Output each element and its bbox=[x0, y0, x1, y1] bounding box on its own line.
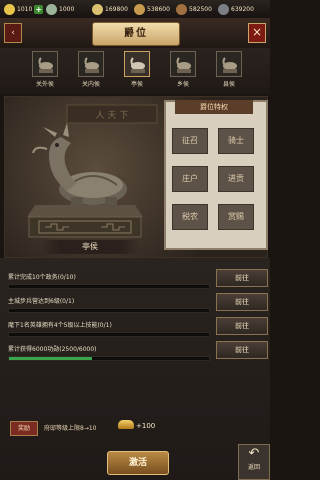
tab-rank-1[interactable]: 关内侯 bbox=[74, 51, 108, 91]
task-progress-bar bbox=[8, 308, 210, 313]
gold-ingot-icon bbox=[118, 420, 134, 429]
return-label: 返回 bbox=[247, 464, 260, 471]
task-text: 累计获得6000功勋(2500/6000) bbox=[8, 346, 97, 353]
tab-label: 乡侯 bbox=[176, 81, 189, 88]
ingot-icon bbox=[134, 3, 145, 15]
go-button[interactable]: 前往 bbox=[216, 317, 268, 335]
task-progress-bar bbox=[8, 332, 210, 337]
seal-icon bbox=[124, 51, 150, 77]
task-text: 主城步兵营达到6级(0/1) bbox=[8, 298, 75, 305]
tab-rank-0[interactable]: 关外侯 bbox=[28, 51, 62, 91]
tab-label: 关内侯 bbox=[81, 81, 100, 88]
silver-coin-icon bbox=[46, 3, 57, 15]
tab-label: 关外侯 bbox=[35, 81, 54, 88]
task-text: 累计完成10个政务(0/10) bbox=[8, 274, 76, 281]
tab-label: 亭侯 bbox=[130, 81, 143, 88]
seal-icon bbox=[216, 51, 242, 77]
resource-value: 1010 bbox=[17, 5, 33, 13]
resource-value: 582500 bbox=[189, 5, 212, 13]
seal-icon bbox=[32, 51, 58, 77]
wood-icon bbox=[176, 3, 187, 15]
privilege-item[interactable]: 征召 bbox=[172, 128, 208, 154]
privileges-title: 爵位特权 bbox=[175, 100, 253, 114]
activate-button[interactable]: 激活 bbox=[107, 451, 169, 475]
reward-tag: 奖励 bbox=[10, 421, 38, 436]
wall-inscription: 人 天 下 bbox=[96, 110, 129, 121]
tab-rank-2[interactable]: 亭侯 bbox=[120, 51, 154, 91]
privilege-item[interactable]: 骑士 bbox=[218, 128, 254, 154]
resource-0: 1010 + bbox=[4, 2, 44, 16]
resource-5: 639200 bbox=[218, 2, 254, 16]
side-back-button[interactable]: ‹ bbox=[4, 23, 22, 43]
rank-name-label: 亭侯 bbox=[40, 240, 140, 254]
resource-1: 1000 bbox=[46, 2, 74, 16]
privilege-item[interactable]: 赏赐 bbox=[218, 204, 254, 230]
resource-4: 582500 bbox=[176, 2, 212, 16]
reward-gold-amount: +100 bbox=[136, 422, 156, 430]
resource-value: 538600 bbox=[147, 5, 170, 13]
resource-3: 538600 bbox=[134, 2, 170, 16]
task-progress-bar bbox=[8, 284, 210, 289]
task-progress-bar bbox=[8, 356, 210, 361]
seal-icon bbox=[78, 51, 104, 77]
task-text: 麾下1名英雄拥有4个5级以上技能(0/1) bbox=[8, 322, 112, 329]
resource-value: 639200 bbox=[231, 5, 254, 13]
iron-icon bbox=[218, 3, 229, 15]
reward-text: 府邸等级上限8→10 bbox=[44, 425, 97, 432]
tab-rank-4[interactable]: 县侯 bbox=[212, 51, 246, 91]
return-arrow-icon: ↶ bbox=[248, 446, 260, 461]
close-button[interactable]: × bbox=[248, 23, 266, 43]
privilege-item[interactable]: 庄户 bbox=[172, 166, 208, 192]
tab-rank-3[interactable]: 乡侯 bbox=[166, 51, 200, 91]
privilege-item[interactable]: 税农 bbox=[172, 204, 208, 230]
return-button[interactable]: ↶ 返回 bbox=[238, 444, 270, 480]
resource-value: 169800 bbox=[105, 5, 128, 13]
add-currency-button[interactable]: + bbox=[34, 4, 44, 14]
grain-icon bbox=[92, 3, 103, 15]
privilege-item[interactable]: 进贡 bbox=[218, 166, 254, 192]
task-progress-fill bbox=[9, 357, 93, 360]
page-title: 爵位 bbox=[92, 22, 180, 46]
task-list bbox=[0, 258, 270, 480]
go-button[interactable]: 前往 bbox=[216, 269, 268, 287]
resource-value: 1000 bbox=[59, 5, 75, 13]
go-button[interactable]: 前往 bbox=[216, 341, 268, 359]
yellow-coin-icon bbox=[4, 3, 15, 15]
seal-icon bbox=[170, 51, 196, 77]
go-button[interactable]: 前往 bbox=[216, 293, 268, 311]
tab-label: 县侯 bbox=[222, 81, 235, 88]
resource-2: 169800 bbox=[92, 2, 128, 16]
